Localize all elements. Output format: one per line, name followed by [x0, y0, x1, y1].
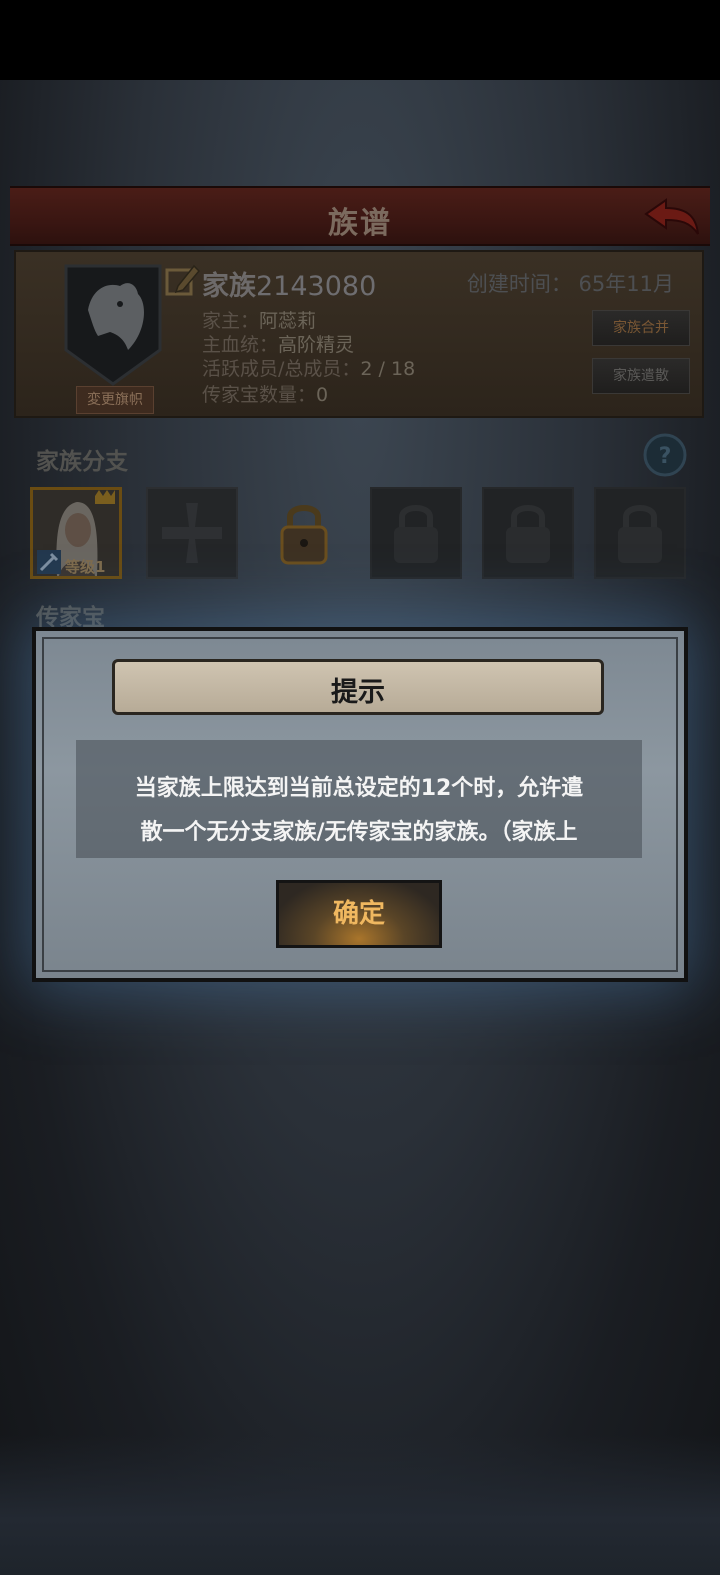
confirm-button[interactable]: 确定	[276, 880, 442, 948]
dialog-message-line-2: 散一个无分支家族/无传家宝的家族。（家族上	[140, 820, 578, 845]
dialog-title: 提示	[331, 677, 385, 708]
dialog-message-line-1: 当家族上限达到当前总设定的12个时，允许遣	[134, 776, 584, 801]
dialog-title-bar: 提示	[112, 659, 604, 715]
